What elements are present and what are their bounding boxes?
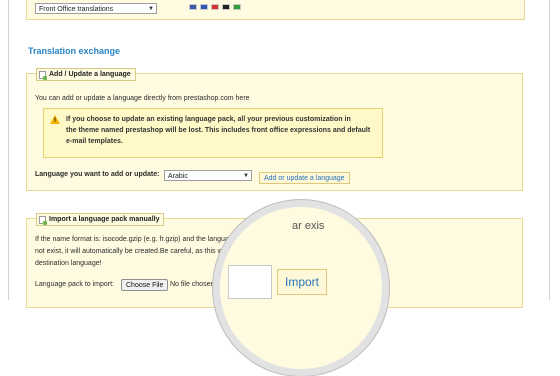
magnifier-content: EGRONOU ar exis Import (220, 207, 382, 369)
import-legend: Import a language pack manually (36, 213, 165, 226)
top-panel: Front Office translations ▼ (26, 0, 525, 20)
add-update-legend: Add / Update a language (36, 68, 136, 81)
add-update-panel: Add / Update a language You can add or u… (26, 68, 523, 191)
section-title: Translation exchange (28, 46, 121, 56)
warning-line-1: If you choose to update an existing lang… (66, 116, 351, 123)
fr-flag-icon[interactable] (200, 4, 208, 10)
language-label: Language you want to add or update: (35, 171, 160, 178)
import-desc-line-1: If the name format is: isocode.gzip (e.g… (35, 236, 237, 243)
no-file-chosen-text: No file chosen (170, 281, 215, 288)
warning-icon (50, 115, 60, 127)
translation-type-value: Front Office translations (39, 6, 114, 13)
de-flag-icon[interactable] (222, 4, 230, 10)
import-desc-line-3: destination language! (35, 260, 102, 267)
language-pack-label: Language pack to import: (35, 281, 114, 288)
chevron-down-icon: ▼ (148, 6, 154, 12)
import-button[interactable]: Import (277, 269, 328, 295)
us-flag-icon[interactable] (189, 4, 197, 10)
magnifier-text: ar exis (292, 220, 325, 232)
import-legend-text: Import a language pack manually (49, 216, 160, 223)
add-update-legend-text: Add / Update a language (49, 71, 131, 78)
warning-line-2: the theme named prestashop will be lost.… (66, 127, 371, 134)
magnified-file-field[interactable] (228, 265, 272, 299)
magnifier-lens: EGRONOU ar exis Import (213, 200, 389, 376)
translation-type-select[interactable]: Front Office translations ▼ (35, 3, 157, 14)
warning-line-3: e-mail templates. (66, 138, 123, 145)
it-flag-icon[interactable] (233, 4, 241, 10)
es-flag-icon[interactable] (211, 4, 219, 10)
chevron-down-icon: ▼ (243, 173, 249, 179)
language-flags (189, 4, 241, 10)
warning-box: If you choose to update an existing lang… (43, 108, 383, 158)
document-add-icon (39, 70, 47, 80)
language-select[interactable]: Arabic ▼ (164, 170, 252, 181)
document-add-icon (39, 215, 47, 225)
language-select-value: Arabic (168, 173, 188, 180)
choose-file-button[interactable]: Choose File (121, 279, 169, 291)
add-update-intro: You can add or update a language directl… (35, 95, 250, 102)
import-desc-line-2: not exist, it will automatically be crea… (35, 248, 228, 255)
add-update-language-button[interactable]: Add or update a language (259, 172, 350, 184)
